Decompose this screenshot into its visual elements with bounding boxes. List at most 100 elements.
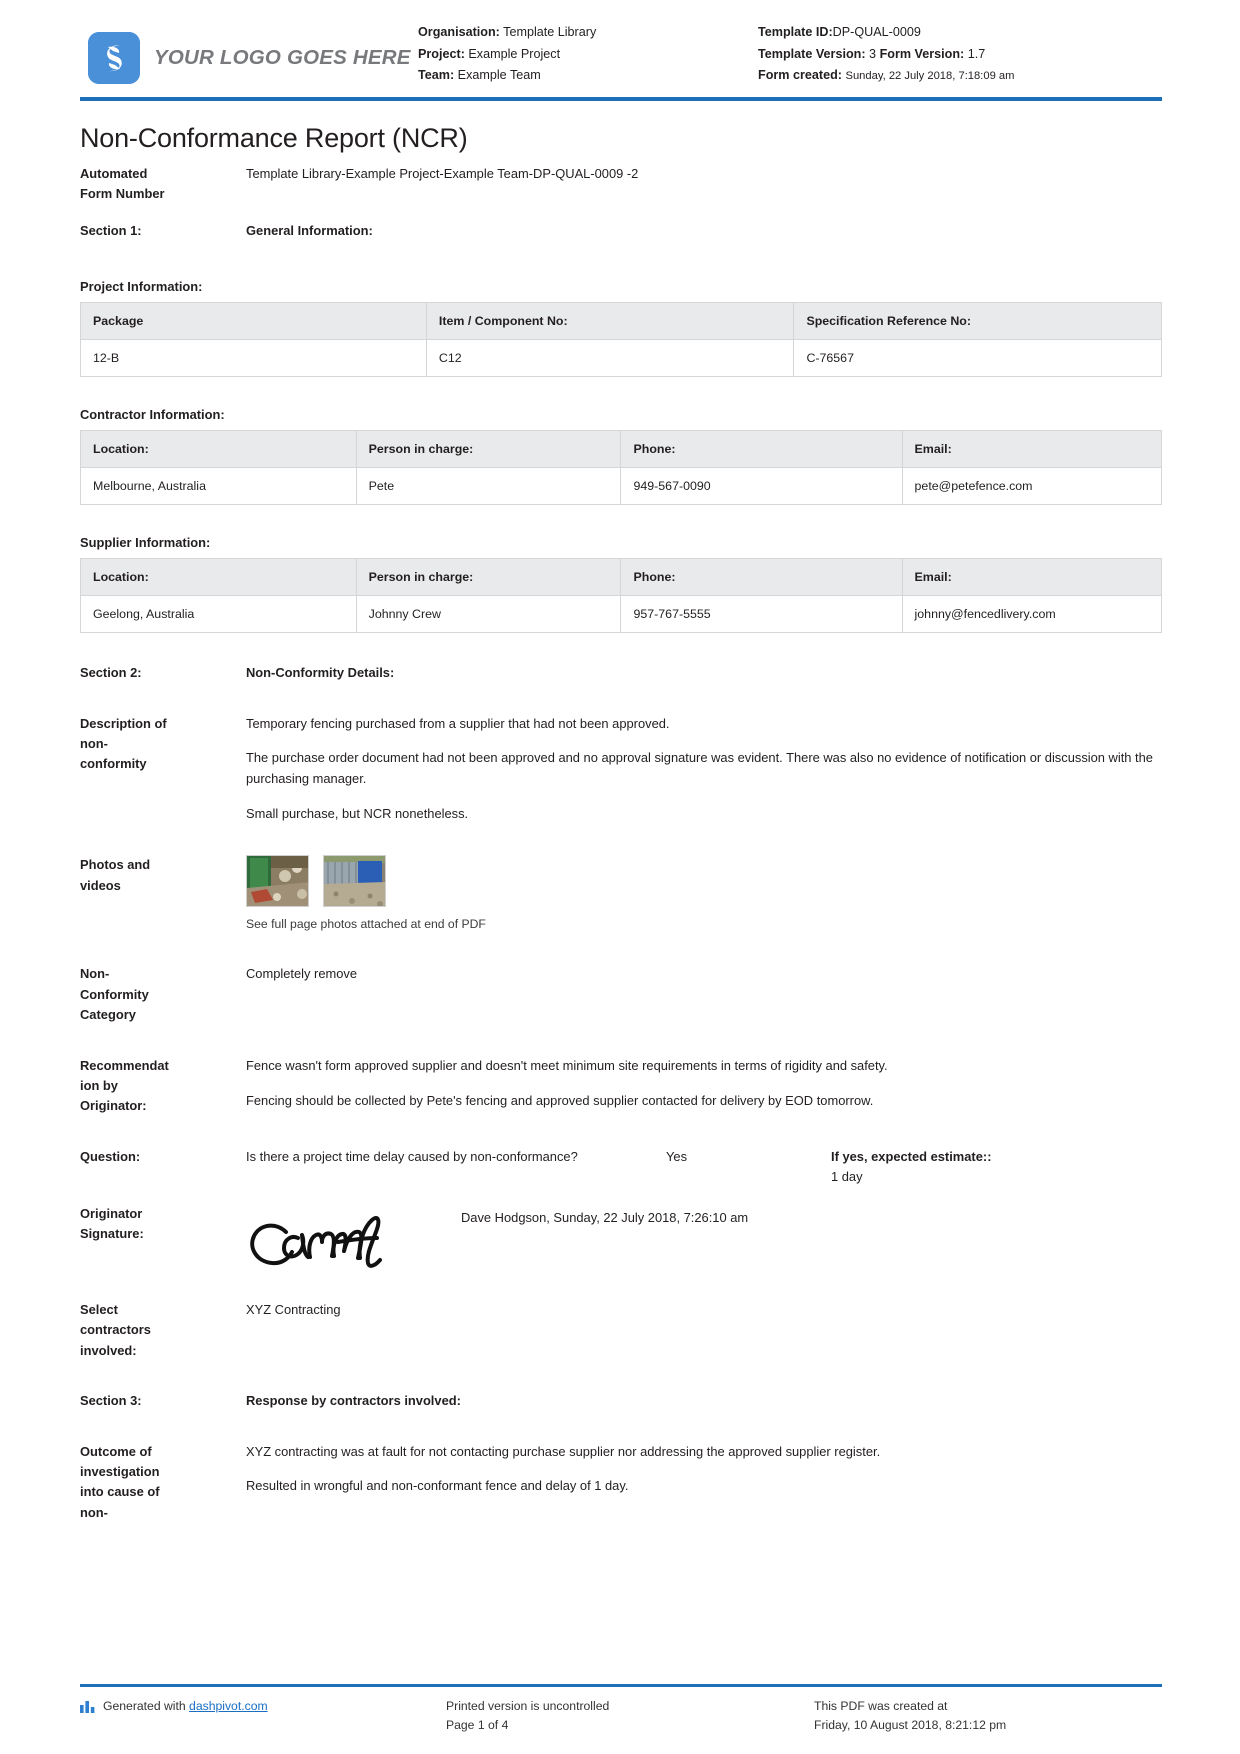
footer-created-line1: This PDF was created at [814, 1698, 948, 1713]
document-page: YOUR LOGO GOES HERE Organisation: Templa… [0, 0, 1240, 1754]
outcome-label-line3: into cause of [80, 1484, 160, 1500]
table-header-row: Location: Person in charge: Phone: Email… [80, 430, 1163, 469]
section-3-heading: Response by contractors involved: [246, 1393, 461, 1409]
contractors-label: Select contractors involved: [80, 1300, 246, 1361]
photos-label: Photos and videos [80, 855, 246, 896]
cell-person-in-charge: Pete [355, 467, 622, 506]
recommendation-value: Fence wasn't form approved supplier and … [246, 1056, 1162, 1112]
col-person-in-charge: Person in charge: [355, 430, 622, 469]
contractors-row: Select contractors involved: XYZ Contrac… [80, 1300, 1162, 1361]
question-estimate-group: If yes, expected estimate:: 1 day [831, 1147, 992, 1188]
team-value: Example Team [457, 68, 541, 83]
company-logo-icon [88, 32, 140, 84]
bar-chart-icon [80, 1699, 96, 1713]
signature-row: Originator Signature: Dave Hodgson, Sund… [80, 1204, 1162, 1284]
outcome-paragraph-1: XYZ contracting was at fault for not con… [246, 1443, 881, 1459]
page-title: Non-Conformance Report (NCR) [80, 122, 468, 153]
description-label-line1: Description of [80, 715, 167, 731]
section-3-label: Section 3: [80, 1393, 142, 1409]
section-1-label: Section 1: [80, 222, 142, 238]
photo-thumbnail-list [246, 855, 1162, 908]
project-line: Project: Example Project [418, 44, 758, 66]
cell-email: pete@petefence.com [901, 467, 1163, 506]
template-id-line: Template ID:DP-QUAL-0009 [758, 22, 1162, 44]
signature-value: Dave Hodgson, Sunday, 22 July 2018, 7:26… [246, 1204, 1162, 1284]
photos-label-line2: videos [80, 877, 121, 893]
signature-image [246, 1208, 416, 1284]
cell-location: Geelong, Australia [80, 595, 357, 634]
organisation-label: Organisation: [418, 25, 500, 39]
footer-generated-block: Generated with dashpivot.com [80, 1697, 428, 1736]
project-information-table: Package Item / Component No: Specificati… [80, 302, 1162, 378]
section-3-row: Section 3: Response by contractors invol… [80, 1391, 1162, 1411]
table-header-row: Package Item / Component No: Specificati… [80, 302, 1162, 341]
cell-specification-reference-no: C-76567 [793, 339, 1162, 378]
question-value: Is there a project time delay caused by … [246, 1147, 1162, 1188]
contractor-information-table: Location: Person in charge: Phone: Email… [80, 430, 1163, 506]
question-answer: Yes [666, 1148, 688, 1164]
cell-location: Melbourne, Australia [80, 467, 357, 506]
footer-created-block: This PDF was created at Friday, 10 Augus… [794, 1697, 1162, 1736]
version-line: Template Version: 3 Form Version: 1.7 [758, 44, 1162, 66]
photos-row: Photos and videos See full page photos a… [80, 855, 1162, 934]
template-version-value: 3 [869, 46, 877, 61]
recommendation-paragraph-2: Fencing should be collected by Pete's fe… [246, 1092, 874, 1108]
contractors-label-line3: involved: [80, 1342, 137, 1358]
recommendation-label: Recommendat ion by Originator: [80, 1056, 246, 1117]
dashpivot-link[interactable]: dashpivot.com [189, 1699, 268, 1713]
logo-text: YOUR LOGO GOES HERE [154, 46, 411, 69]
template-version-label: Template Version: [758, 46, 866, 61]
photo-thumbnail[interactable] [246, 855, 309, 908]
supplier-information-heading: Supplier Information: [80, 535, 211, 551]
description-value: Temporary fencing purchased from a suppl… [246, 714, 1162, 826]
photos-caption: See full page photos attached at end of … [246, 917, 486, 932]
col-phone: Phone: [620, 430, 903, 469]
section-2-row: Section 2: Non-Conformity Details: [80, 663, 1162, 683]
automated-form-number-value: Template Library-Example Project-Example… [246, 165, 639, 181]
photos-label-line1: Photos and [80, 857, 151, 873]
signature-label-line2: Signature: [80, 1225, 144, 1241]
outcome-label-line1: Outcome of [80, 1443, 152, 1459]
logo-block: YOUR LOGO GOES HERE [88, 22, 418, 84]
table-row: Melbourne, Australia Pete 949-567-0090 p… [80, 467, 1163, 506]
signature-label-line1: Originator [80, 1205, 143, 1221]
cell-item-component-no: C12 [425, 339, 795, 378]
cell-email: johnny@fencedlivery.com [901, 595, 1163, 634]
footer-uncontrolled: Printed version is uncontrolled [446, 1698, 610, 1713]
description-paragraph-3: Small purchase, but NCR nonetheless. [246, 806, 469, 822]
photos-value: See full page photos attached at end of … [246, 855, 1162, 934]
description-label-line3: conformity [80, 756, 147, 772]
footer-created-line2: Friday, 10 August 2018, 8:21:12 pm [814, 1718, 1007, 1733]
col-email: Email: [901, 430, 1163, 469]
supplier-information-table: Location: Person in charge: Phone: Email… [80, 558, 1163, 634]
col-email: Email: [901, 558, 1163, 597]
photo-thumbnail[interactable] [323, 855, 386, 908]
signature-meta: Dave Hodgson, Sunday, 22 July 2018, 7:26… [461, 1209, 749, 1225]
form-created-line: Form created: Sunday, 22 July 2018, 7:18… [758, 65, 1162, 87]
section-1-heading: General Information: [246, 222, 373, 238]
recommendation-label-line3: Originator: [80, 1098, 147, 1114]
question-row: Question: Is there a project time delay … [80, 1147, 1162, 1188]
team-line: Team: Example Team [418, 65, 758, 87]
automated-form-number-row: Automated Form Number Template Library-E… [80, 164, 1162, 205]
col-specification-reference-no: Specification Reference No: [793, 302, 1162, 341]
header-meta-right: Template ID:DP-QUAL-0009 Template Versio… [758, 22, 1162, 87]
cell-person-in-charge: Johnny Crew [355, 595, 622, 634]
footer-generated-prefix: Generated with [103, 1698, 190, 1713]
outcome-label: Outcome of investigation into cause of n… [80, 1442, 246, 1524]
project-label: Project: [418, 46, 465, 61]
col-person-in-charge: Person in charge: [355, 558, 622, 597]
template-id-value: DP-QUAL-0009 [832, 25, 921, 39]
template-id-label: Template ID: [758, 25, 833, 39]
question-text: Is there a project time delay caused by … [246, 1148, 578, 1164]
col-phone: Phone: [620, 558, 903, 597]
signature-group: Dave Hodgson, Sunday, 22 July 2018, 7:26… [246, 1204, 1162, 1284]
form-version-label: Form Version: [879, 46, 965, 61]
question-estimate-value: 1 day [831, 1169, 863, 1185]
contractor-information-heading: Contractor Information: [80, 407, 225, 423]
outcome-value: XYZ contracting was at fault for not con… [246, 1442, 1162, 1498]
cell-phone: 957-767-5555 [620, 595, 903, 634]
project-value: Example Project [468, 46, 561, 61]
col-location: Location: [80, 558, 357, 597]
section-2-heading: Non-Conformity Details: [246, 665, 395, 681]
